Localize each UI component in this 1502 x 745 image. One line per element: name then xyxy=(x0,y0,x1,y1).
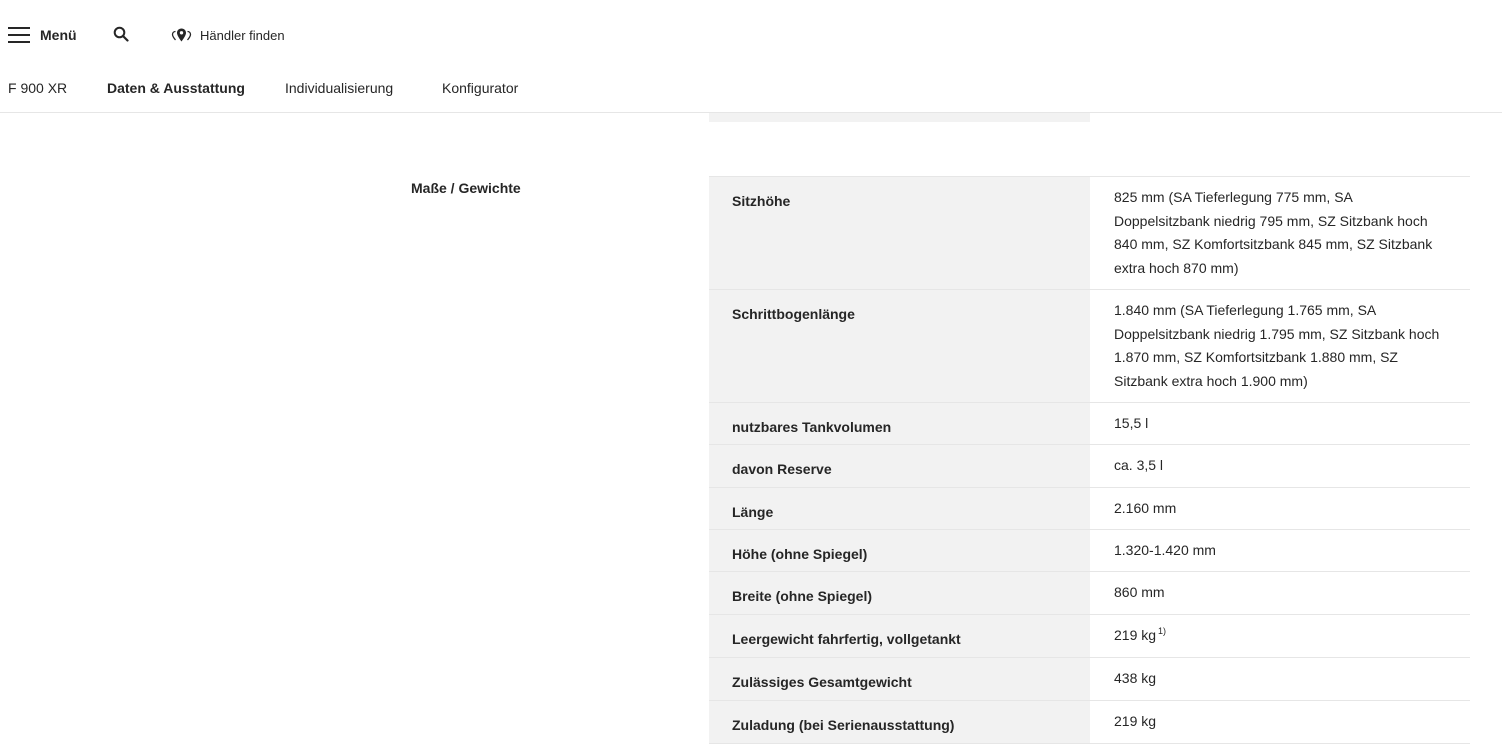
spec-label: Zulässiges Gesamtgewicht xyxy=(709,658,1090,700)
menu-button[interactable]: Menü xyxy=(8,24,77,46)
spec-row: davon Reserve ca. 3,5 l xyxy=(709,445,1470,488)
previous-table-row-edge xyxy=(709,113,1090,122)
spec-row: Breite (ohne Spiegel) 860 mm xyxy=(709,572,1470,615)
spec-value: 825 mm (SA Tieferlegung 775 mm, SA Doppe… xyxy=(1090,177,1470,289)
spec-label: Zuladung (bei Serienausstattung) xyxy=(709,701,1090,743)
location-pin-icon xyxy=(171,28,192,42)
spec-row: Zulässiges Gesamtgewicht 438 kg xyxy=(709,658,1470,701)
footnote-link[interactable]: 1) xyxy=(1158,626,1166,636)
tab-konfigurator[interactable]: Konfigurator xyxy=(442,80,518,96)
spec-row: Höhe (ohne Spiegel) 1.320-1.420 mm xyxy=(709,530,1470,572)
spec-value: 1.320-1.420 mm xyxy=(1090,530,1470,571)
tab-individualisierung[interactable]: Individualisierung xyxy=(285,80,393,96)
spec-row: Zuladung (bei Serienausstattung) 219 kg xyxy=(709,701,1470,744)
spec-label: Breite (ohne Spiegel) xyxy=(709,572,1090,614)
spec-value: 860 mm xyxy=(1090,572,1470,614)
model-subnav: F 900 XR Daten & Ausstattung Individuali… xyxy=(0,70,1502,113)
spec-row: Schrittbogenlänge 1.840 mm (SA Tieferleg… xyxy=(709,290,1470,403)
spec-label: nutzbares Tankvolumen xyxy=(709,403,1090,444)
spec-label: Schrittbogenlänge xyxy=(709,290,1090,402)
spec-value: ca. 3,5 l xyxy=(1090,445,1470,487)
spec-value: 1.840 mm (SA Tieferlegung 1.765 mm, SA D… xyxy=(1090,290,1470,402)
search-icon[interactable] xyxy=(113,26,129,42)
spec-label: Sitzhöhe xyxy=(709,177,1090,289)
spec-value: 15,5 l xyxy=(1090,403,1470,444)
spec-row: Länge 2.160 mm xyxy=(709,488,1470,530)
menu-label: Menü xyxy=(40,27,77,43)
spec-row: Leergewicht fahrfertig, vollgetankt 219 … xyxy=(709,615,1470,658)
spec-value: 438 kg xyxy=(1090,658,1470,700)
spec-value: 219 kg 1) xyxy=(1090,615,1470,657)
spec-value: 219 kg xyxy=(1090,701,1470,743)
hamburger-icon xyxy=(8,27,30,43)
spec-label: Länge xyxy=(709,488,1090,529)
spec-label: davon Reserve xyxy=(709,445,1090,487)
spec-label: Höhe (ohne Spiegel) xyxy=(709,530,1090,571)
find-dealer-link[interactable]: Händler finden xyxy=(171,24,285,46)
top-bar: Menü Händler finden xyxy=(0,0,1502,70)
spec-label: Leergewicht fahrfertig, vollgetankt xyxy=(709,615,1090,657)
section-title: Maße / Gewichte xyxy=(411,180,521,196)
spec-value: 2.160 mm xyxy=(1090,488,1470,529)
find-dealer-label: Händler finden xyxy=(200,27,285,43)
spec-table: Sitzhöhe 825 mm (SA Tieferlegung 775 mm,… xyxy=(709,176,1470,744)
spec-row: Sitzhöhe 825 mm (SA Tieferlegung 775 mm,… xyxy=(709,177,1470,290)
spec-value-text: 219 kg xyxy=(1114,627,1157,643)
spec-row: nutzbares Tankvolumen 15,5 l xyxy=(709,403,1470,445)
model-name-link[interactable]: F 900 XR xyxy=(8,80,67,96)
tab-daten-ausstattung[interactable]: Daten & Ausstattung xyxy=(107,80,245,96)
